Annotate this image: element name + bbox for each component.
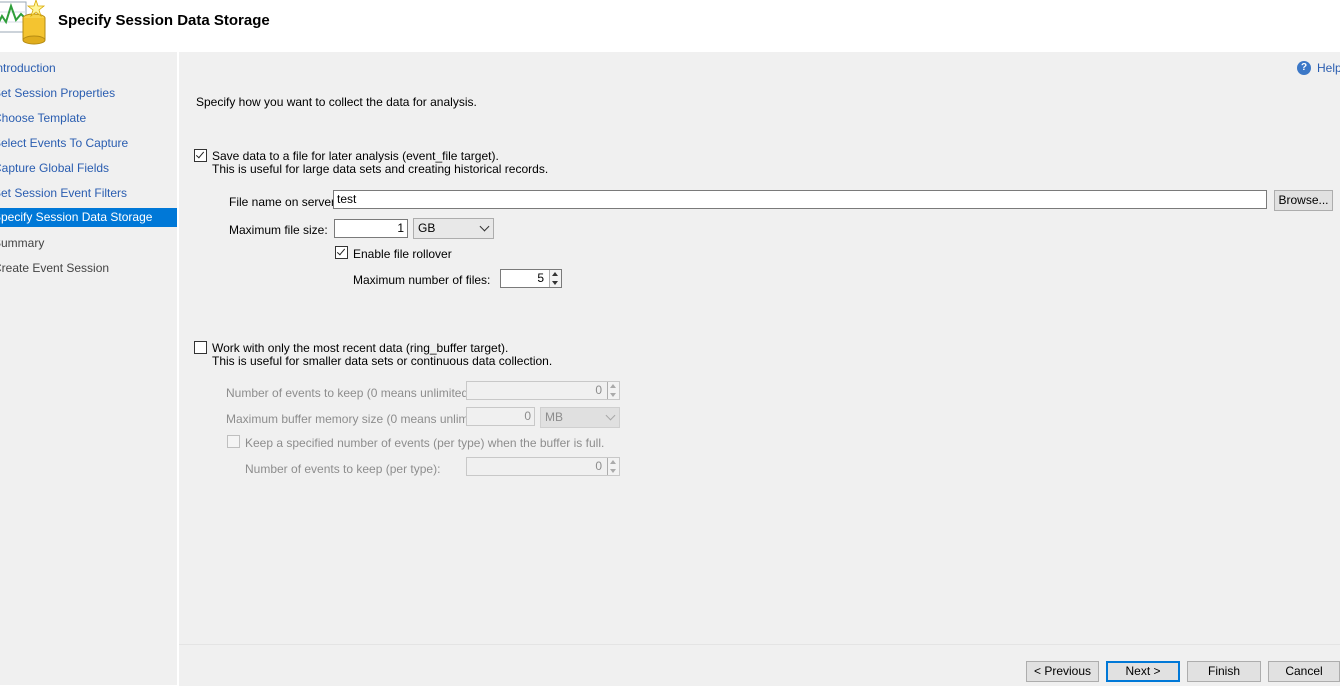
max-buffer-unit-select[interactable]: MB <box>540 407 620 428</box>
max-file-size-unit-value: GB <box>418 221 436 235</box>
spin-down-icon[interactable] <box>610 469 616 473</box>
ring-buffer-description: This is useful for smaller data sets or … <box>212 354 553 368</box>
sidebar-item-select-events[interactable]: Select Events To Capture <box>0 134 177 152</box>
keep-per-type-checkbox[interactable] <box>227 435 240 448</box>
max-buffer-label: Maximum buffer memory size (0 means unli… <box>226 412 496 426</box>
events-per-type-label: Number of events to keep (per type): <box>245 462 441 476</box>
save-to-file-checkbox[interactable] <box>194 149 207 162</box>
enable-rollover-checkbox[interactable] <box>335 246 348 259</box>
sidebar-item-introduction[interactable]: Introduction <box>0 59 177 77</box>
ring-buffer-checkbox[interactable] <box>194 341 207 354</box>
spin-up-icon[interactable] <box>610 384 616 388</box>
cancel-button[interactable]: Cancel <box>1268 661 1340 682</box>
sidebar-item-set-event-filters[interactable]: Set Session Event Filters <box>0 184 177 202</box>
sidebar-item-capture-global-fields[interactable]: Capture Global Fields <box>0 159 177 177</box>
spin-down-icon[interactable] <box>610 393 616 397</box>
wizard-header: Specify Session Data Storage <box>0 0 1340 52</box>
file-name-label: File name on server: <box>229 195 339 209</box>
wizard-sidebar: Introduction Set Session Properties Choo… <box>0 52 177 685</box>
max-file-size-unit-select[interactable]: GB <box>413 218 494 239</box>
max-file-size-label: Maximum file size: <box>229 223 328 237</box>
events-to-keep-label: Number of events to keep (0 means unlimi… <box>226 386 476 400</box>
sidebar-item-choose-template[interactable]: Choose Template <box>0 109 177 127</box>
save-to-file-label: Save data to a file for later analysis (… <box>212 149 499 163</box>
ring-buffer-label: Work with only the most recent data (rin… <box>212 341 509 355</box>
max-file-size-input[interactable]: 1 <box>334 219 408 238</box>
max-buffer-input[interactable]: 0 <box>466 407 535 426</box>
sidebar-item-specify-data-storage[interactable]: Specify Session Data Storage <box>0 208 177 227</box>
events-per-type-input[interactable]: 0 <box>466 457 620 476</box>
events-per-type-spinner[interactable] <box>607 458 619 475</box>
help-icon[interactable]: ? <box>1297 61 1311 75</box>
chevron-down-icon <box>605 410 616 421</box>
max-files-label: Maximum number of files: <box>353 273 491 287</box>
spin-up-icon[interactable] <box>610 460 616 464</box>
max-buffer-unit-value: MB <box>545 410 563 424</box>
previous-button[interactable]: < Previous <box>1026 661 1099 682</box>
spin-down-icon[interactable] <box>552 281 558 285</box>
save-to-file-description: This is useful for large data sets and c… <box>212 162 549 176</box>
page-title: Specify Session Data Storage <box>58 12 270 29</box>
session-data-storage-icon <box>0 0 46 45</box>
events-to-keep-spinner[interactable] <box>607 382 619 399</box>
keep-per-type-label: Keep a specified number of events (per t… <box>245 436 605 450</box>
intro-text: Specify how you want to collect the data… <box>196 95 477 109</box>
spin-up-icon[interactable] <box>552 272 558 276</box>
help-link[interactable]: Help <box>1317 61 1340 75</box>
chevron-down-icon <box>479 221 490 232</box>
enable-rollover-label: Enable file rollover <box>353 247 452 261</box>
events-to-keep-input[interactable]: 0 <box>466 381 620 400</box>
browse-button[interactable]: Browse... <box>1274 190 1333 211</box>
finish-button[interactable]: Finish <box>1187 661 1261 682</box>
sidebar-item-create-event-session[interactable]: Create Event Session <box>0 259 177 277</box>
file-name-input[interactable]: test <box>333 190 1267 209</box>
sidebar-item-set-session-properties[interactable]: Set Session Properties <box>0 84 177 102</box>
max-files-spinner[interactable] <box>549 270 561 287</box>
sidebar-item-summary[interactable]: Summary <box>0 234 177 252</box>
next-button[interactable]: Next > <box>1106 661 1180 682</box>
